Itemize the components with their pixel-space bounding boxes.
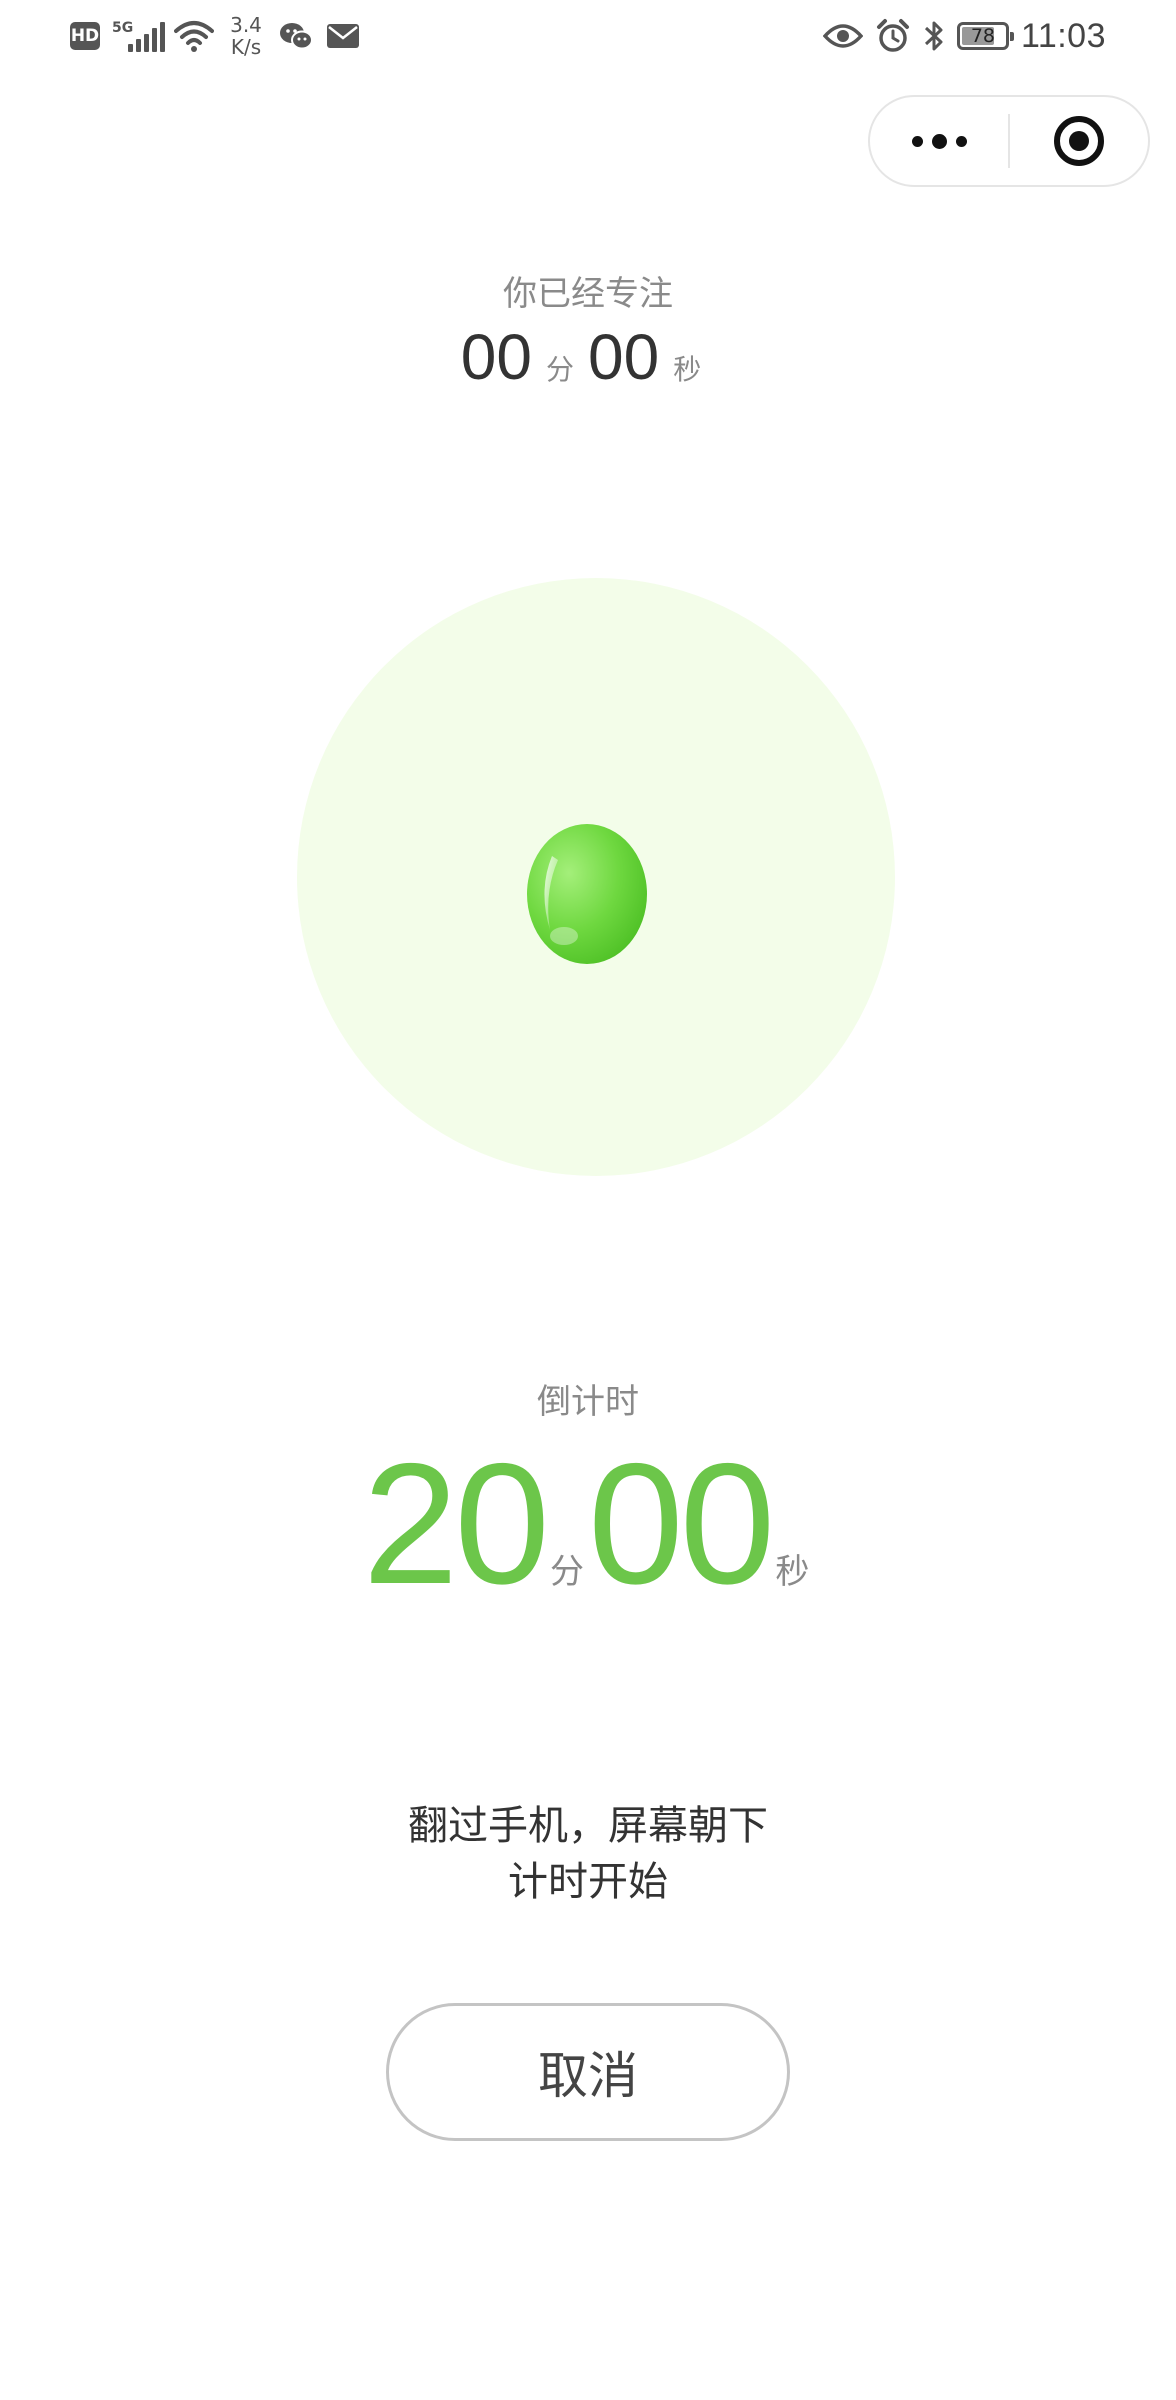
mail-icon [327, 24, 359, 48]
net-speed-value: 3.4 [230, 13, 262, 37]
battery-level: 78 [970, 25, 996, 47]
cancel-button[interactable]: 取消 [386, 2003, 790, 2141]
target-icon [1053, 116, 1104, 166]
more-button[interactable] [870, 97, 1008, 185]
bluetooth-icon [924, 21, 943, 51]
hint-line-1: 翻过手机，屏幕朝下 [408, 1803, 768, 1849]
battery-icon: 78 [956, 22, 1014, 50]
more-dots-icon [911, 133, 967, 149]
countdown-minutes-unit: 分 [550, 1552, 584, 1592]
focus-seconds: 00 [588, 321, 660, 393]
hd-label: HD [70, 26, 100, 46]
focus-label: 你已经专注 [503, 274, 673, 314]
countdown-timer: 20 分 00 秒 [0, 1438, 1176, 1610]
focus-seconds-unit: 秒 [673, 353, 702, 386]
status-bar: HD 5G 3.4 K/s 78 11:03 [0, 0, 1176, 72]
status-bar-left: HD 5G 3.4 K/s [70, 12, 360, 60]
alarm-icon [876, 19, 909, 52]
focus-minutes-unit: 分 [545, 353, 574, 386]
hd-icon: HD [70, 22, 100, 50]
signal-bars [128, 22, 165, 52]
net-speed-unit: K/s [230, 35, 262, 59]
countdown-minutes: 20 [362, 1428, 550, 1620]
focus-elapsed-time: 00 分 00 秒 [0, 320, 1176, 394]
close-mini-program-button[interactable] [1010, 97, 1148, 185]
wechat-icon [280, 23, 313, 50]
countdown-seconds: 00 [588, 1428, 775, 1620]
mini-program-capsule [868, 95, 1150, 187]
countdown-label: 倒计时 [537, 1382, 639, 1422]
green-bean-icon [527, 824, 647, 964]
countdown-seconds-unit: 秒 [775, 1552, 810, 1592]
net-speed: 3.4 K/s [226, 14, 266, 58]
eye-icon [822, 24, 863, 48]
signal-5g-icon: 5G [112, 16, 165, 56]
status-bar-right: 78 11:03 [822, 12, 1106, 60]
hint-line-2: 计时开始 [508, 1859, 668, 1905]
wifi-icon [174, 21, 214, 52]
flip-phone-hint: 翻过手机，屏幕朝下 计时开始 [0, 1798, 1176, 1910]
focus-minutes: 00 [460, 321, 532, 393]
status-time: 11:03 [1020, 16, 1106, 55]
